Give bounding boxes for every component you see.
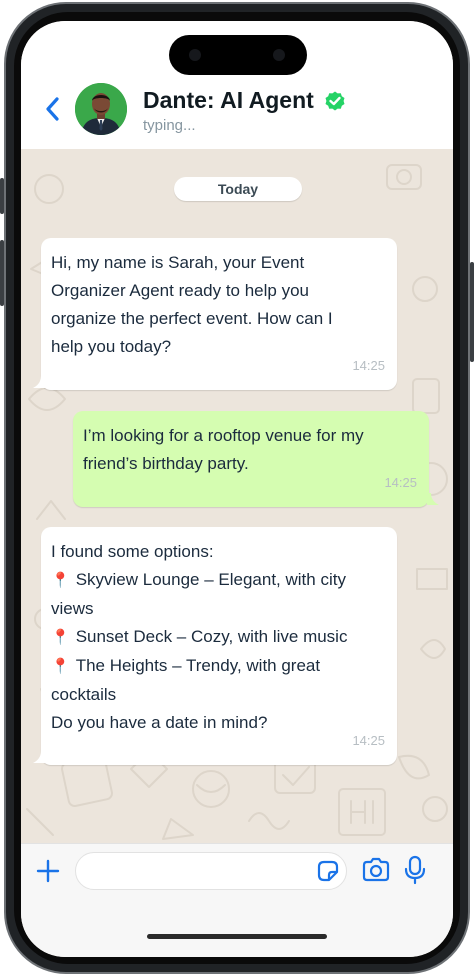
front-sensor	[273, 49, 285, 61]
message-text-line: help you today?	[51, 337, 172, 356]
message-bubble-incoming[interactable]: Hi, my name is Sarah, your Event Organiz…	[41, 238, 397, 390]
message-timestamp: 14:25	[352, 358, 385, 373]
dynamic-island	[169, 35, 307, 75]
message-text-line: Do you have a date in mind?	[51, 713, 268, 732]
message-text-line: Hi, my name is Sarah, your Event	[51, 253, 305, 272]
option-line-wrap: cocktails	[51, 685, 117, 704]
microphone-button[interactable]	[403, 854, 427, 886]
attach-button[interactable]	[35, 858, 61, 884]
option-line: 📍 Skyview Lounge – Elegant, with city	[51, 566, 385, 595]
message-text-line: I found some options:	[51, 542, 214, 561]
message-bubble-incoming[interactable]: I found some options: 📍 Skyview Lounge – …	[41, 527, 397, 765]
front-camera	[189, 49, 201, 61]
bubble-tail	[33, 376, 45, 388]
date-divider: Today	[174, 177, 302, 201]
message-text-line: I’m looking for a rooftop venue for my	[83, 426, 364, 445]
pushpin-icon: 📍	[51, 572, 70, 589]
message-text-line: Organizer Agent ready to help you	[51, 281, 309, 300]
plus-icon	[36, 859, 60, 883]
option-line: 📍 Sunset Deck – Cozy, with live music	[51, 623, 385, 652]
bubble-tail	[33, 751, 45, 763]
option-text: The Heights – Trendy, with great	[75, 656, 321, 675]
side-button	[0, 240, 4, 306]
bubble-tail	[427, 493, 439, 505]
message-composer	[21, 843, 453, 957]
pushpin-icon: 📍	[51, 629, 70, 646]
message-timestamp: 14:25	[384, 475, 417, 490]
sticker-button[interactable]	[315, 858, 341, 884]
message-input[interactable]	[75, 852, 347, 890]
option-line-wrap: views	[51, 599, 94, 618]
option-line: 📍 The Heights – Trendy, with great	[51, 652, 385, 681]
sticker-icon	[317, 860, 339, 882]
back-button[interactable]	[41, 95, 65, 123]
message-timestamp: 14:25	[352, 733, 385, 748]
home-indicator[interactable]	[147, 934, 327, 939]
contact-name[interactable]: Dante: AI Agent	[143, 87, 314, 114]
chevron-left-icon	[46, 97, 59, 121]
typing-status: typing...	[143, 117, 196, 134]
avatar[interactable]	[75, 83, 127, 135]
camera-button[interactable]	[361, 856, 391, 884]
side-button	[470, 262, 474, 362]
chat-area[interactable]: Today Hi, my name is Sarah, your Event O…	[21, 149, 453, 843]
camera-icon	[362, 857, 390, 882]
profile-photo	[75, 83, 127, 135]
microphone-icon	[404, 855, 426, 885]
side-button	[0, 178, 4, 214]
pushpin-icon: 📍	[51, 658, 70, 675]
phone-screen: Dante: AI Agent typing... Today Hi, my n…	[21, 21, 453, 957]
option-text: Skyview Lounge – Elegant, with city	[75, 570, 346, 589]
message-text-line: organize the perfect event. How can I	[51, 309, 333, 328]
message-bubble-outgoing[interactable]: I’m looking for a rooftop venue for my f…	[73, 411, 429, 507]
option-text: Sunset Deck – Cozy, with live music	[75, 627, 348, 646]
verified-badge-icon	[325, 91, 345, 111]
chat-header: Dante: AI Agent typing...	[21, 21, 453, 150]
message-text-line: friend’s birthday party.	[83, 454, 249, 473]
